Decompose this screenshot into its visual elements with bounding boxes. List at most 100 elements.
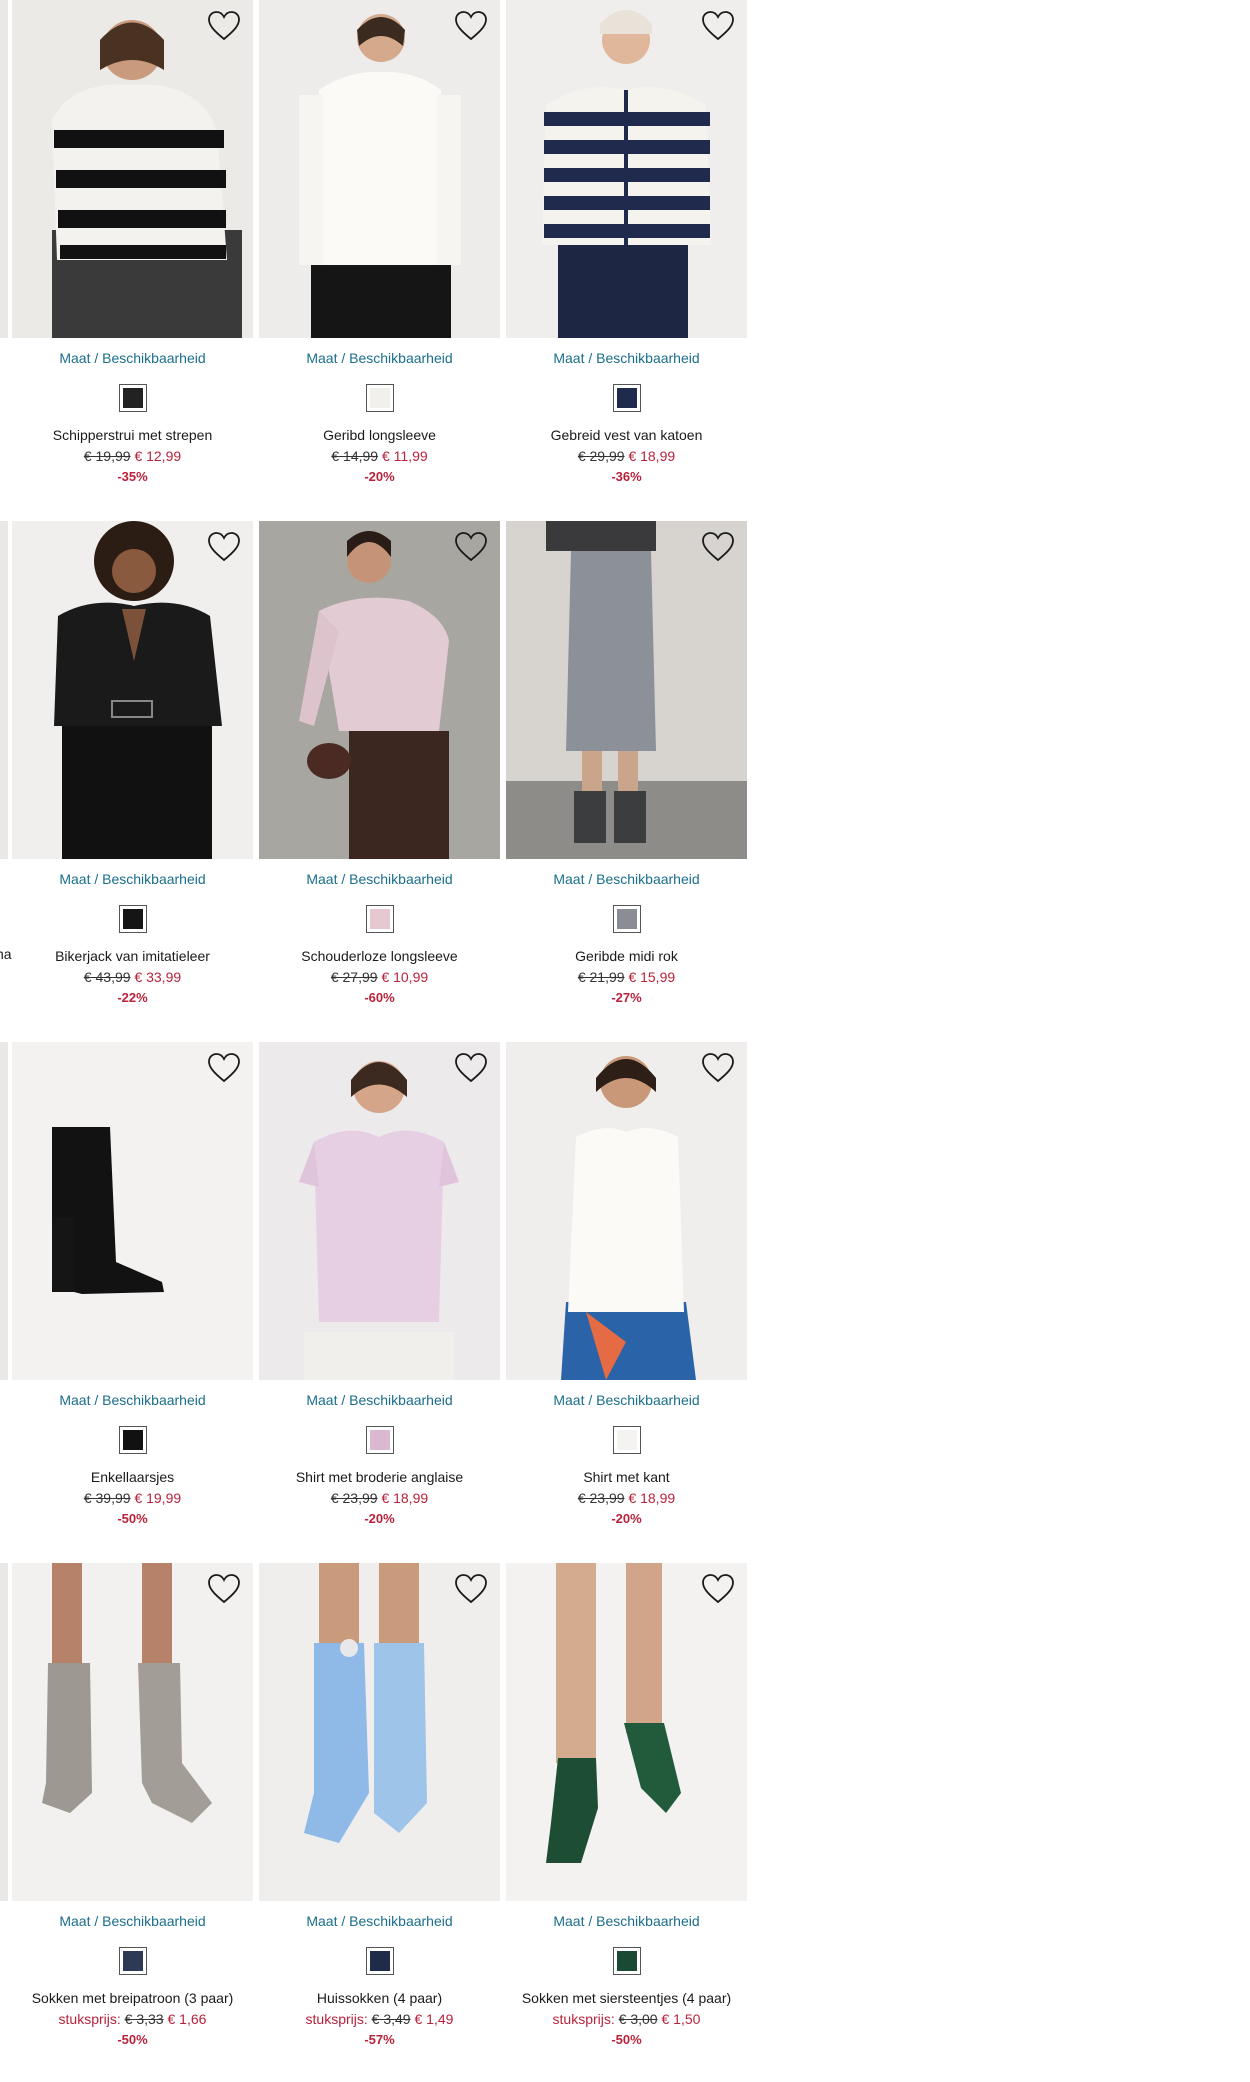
size-availability-link[interactable]: Maat / Beschikbaarheid (12, 871, 253, 889)
old-price: € 27,99 (330, 969, 378, 985)
old-price: € 23,99 (577, 1490, 625, 1506)
product-name[interactable]: Schipperstrui met strepen (12, 427, 253, 445)
product-name[interactable]: Geribd longsleeve (259, 427, 500, 445)
product-name[interactable]: Schouderloze longsleeve (259, 948, 500, 966)
color-swatch[interactable] (365, 905, 394, 933)
favorite-heart-icon[interactable] (207, 1573, 241, 1605)
favorite-heart-icon[interactable] (701, 1052, 735, 1084)
product-card[interactable]: Maat / Beschikbaarheid Sokken met sierst… (506, 1563, 747, 2082)
size-availability-link[interactable]: Maat / Beschikbaarheid (12, 1392, 253, 1410)
favorite-heart-icon[interactable] (701, 531, 735, 563)
color-swatch[interactable] (612, 1947, 641, 1975)
old-price: € 19,99 (83, 448, 131, 464)
woman-navy-striped-cardigan-image (506, 0, 747, 338)
product-card[interactable]: Maat / Beschikbaarheid Enkellaarsjes € 3… (12, 1042, 253, 1563)
favorite-heart-icon[interactable] (454, 10, 488, 42)
favorite-heart-icon[interactable] (454, 1573, 488, 1605)
woman-white-lace-shirt-image (506, 1042, 747, 1380)
product-name[interactable]: Sokken met breipatroon (3 paar) (12, 1990, 253, 2008)
old-price: € 43,99 (83, 969, 131, 985)
grey-midi-skirt-image (506, 521, 747, 859)
sale-price: € 1,66 (167, 2011, 207, 2027)
product-card[interactable]: Maat / Beschikbaarheid Bikerjack van imi… (12, 521, 253, 1042)
product-photo[interactable] (259, 1042, 500, 1380)
product-photo[interactable] (259, 521, 500, 859)
discount-badge: -35% (117, 469, 148, 484)
favorite-heart-icon[interactable] (454, 1052, 488, 1084)
product-card[interactable]: Maat / Beschikbaarheid Schouderloze long… (259, 521, 500, 1042)
size-availability-link[interactable]: Maat / Beschikbaarheid (506, 350, 747, 368)
product-photo[interactable] (12, 1042, 253, 1380)
product-name[interactable]: Shirt met kant (506, 1469, 747, 1487)
color-swatch[interactable] (365, 1426, 394, 1454)
product-card[interactable]: Maat / Beschikbaarheid Geribde midi rok … (506, 521, 747, 1042)
size-availability-link[interactable]: Maat / Beschikbaarheid (259, 350, 500, 368)
black-ankle-boot-image (12, 1042, 253, 1380)
cropped-product-name: na (0, 946, 12, 962)
favorite-heart-icon[interactable] (207, 10, 241, 42)
black-jacket-icon (122, 909, 143, 929)
product-photo[interactable] (259, 0, 500, 338)
old-price: € 23,99 (330, 1490, 378, 1506)
discount-badge: -20% (611, 1511, 642, 1526)
size-availability-link[interactable]: Maat / Beschikbaarheid (506, 1913, 747, 1931)
color-swatch[interactable] (118, 384, 147, 412)
product-name[interactable]: Huissokken (4 paar) (259, 1990, 500, 2008)
color-swatch[interactable] (612, 905, 641, 933)
color-swatch[interactable] (365, 384, 394, 412)
color-swatch[interactable] (118, 1947, 147, 1975)
color-swatch[interactable] (612, 384, 641, 412)
product-name[interactable]: Geribde midi rok (506, 948, 747, 966)
favorite-heart-icon[interactable] (454, 531, 488, 563)
size-availability-link[interactable]: Maat / Beschikbaarheid (259, 871, 500, 889)
product-card[interactable]: Maat / Beschikbaarheid Gebreid vest van … (506, 0, 747, 521)
color-swatch[interactable] (612, 1426, 641, 1454)
cropped-product-photo (0, 521, 8, 859)
product-photo[interactable] (506, 521, 747, 859)
product-photo[interactable] (506, 1042, 747, 1380)
favorite-heart-icon[interactable] (207, 531, 241, 563)
product-photo[interactable] (506, 0, 747, 338)
product-name[interactable]: Bikerjack van imitatieleer (12, 948, 253, 966)
cropped-product-photo (0, 0, 8, 338)
old-price: € 39,99 (83, 1490, 131, 1506)
product-card[interactable]: Maat / Beschikbaarheid Schipperstrui met… (12, 0, 253, 521)
product-row: Maat / Beschikbaarheid Enkellaarsjes € 3… (12, 1042, 748, 1563)
color-swatch[interactable] (118, 1426, 147, 1454)
size-availability-link[interactable]: Maat / Beschikbaarheid (259, 1913, 500, 1931)
discount-badge: -27% (611, 990, 642, 1005)
price-line: € 39,99 € 19,99 (12, 1490, 253, 1508)
size-availability-link[interactable]: Maat / Beschikbaarheid (259, 1392, 500, 1410)
product-card[interactable]: Maat / Beschikbaarheid Shirt met broderi… (259, 1042, 500, 1563)
old-price: € 3,49 (371, 2011, 411, 2027)
size-availability-link[interactable]: Maat / Beschikbaarheid (12, 1913, 253, 1931)
size-availability-link[interactable]: Maat / Beschikbaarheid (506, 1392, 747, 1410)
favorite-heart-icon[interactable] (701, 1573, 735, 1605)
product-photo[interactable] (12, 1563, 253, 1901)
price-line: € 23,99 € 18,99 (259, 1490, 500, 1508)
favorite-heart-icon[interactable] (701, 10, 735, 42)
product-name[interactable]: Enkellaarsjes (12, 1469, 253, 1487)
size-availability-link[interactable]: Maat / Beschikbaarheid (12, 350, 253, 368)
product-name[interactable]: Shirt met broderie anglaise (259, 1469, 500, 1487)
product-card[interactable]: Maat / Beschikbaarheid Huissokken (4 paa… (259, 1563, 500, 2082)
product-photo[interactable] (12, 521, 253, 859)
product-name[interactable]: Gebreid vest van katoen (506, 427, 747, 445)
color-swatch[interactable] (118, 905, 147, 933)
product-card[interactable]: Maat / Beschikbaarheid Shirt met kant € … (506, 1042, 747, 1563)
discount-badge: -22% (117, 990, 148, 1005)
sale-price: € 18,99 (381, 1490, 429, 1506)
product-photo[interactable] (12, 0, 253, 338)
cropped-product-photo (0, 1042, 8, 1380)
product-name[interactable]: Sokken met siersteentjes (4 paar) (506, 1990, 747, 2008)
product-card[interactable]: Maat / Beschikbaarheid Sokken met breipa… (12, 1563, 253, 2082)
size-availability-link[interactable]: Maat / Beschikbaarheid (506, 871, 747, 889)
favorite-heart-icon[interactable] (207, 1052, 241, 1084)
color-swatch[interactable] (365, 1947, 394, 1975)
price-line: € 27,99 € 10,99 (259, 969, 500, 987)
product-card[interactable]: Maat / Beschikbaarheid Geribd longsleeve… (259, 0, 500, 521)
price-line: stuksprijs: € 3,49 € 1,49 (259, 2011, 500, 2029)
white-top-icon (369, 388, 390, 408)
product-photo[interactable] (506, 1563, 747, 1901)
product-photo[interactable] (259, 1563, 500, 1901)
